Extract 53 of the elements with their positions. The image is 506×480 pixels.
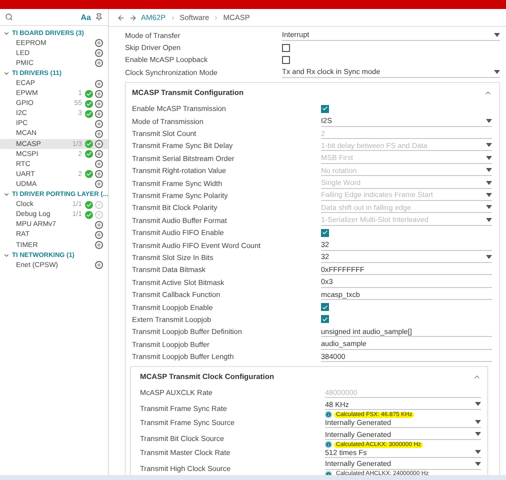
caret-icon bbox=[494, 70, 500, 74]
caret-icon bbox=[486, 205, 492, 210]
add-button[interactable] bbox=[95, 261, 103, 270]
caret-icon bbox=[486, 118, 492, 123]
match-case-toggle[interactable]: Aa bbox=[80, 12, 91, 22]
chevron-down-icon[interactable] bbox=[3, 191, 10, 198]
caret-icon bbox=[486, 254, 492, 259]
add-button[interactable] bbox=[95, 49, 103, 58]
checkbox[interactable] bbox=[282, 44, 290, 52]
add-button[interactable] bbox=[95, 220, 103, 229]
add-button[interactable] bbox=[95, 80, 103, 88]
caret-icon bbox=[486, 192, 492, 197]
add-button[interactable] bbox=[95, 59, 103, 68]
add-button[interactable] bbox=[95, 150, 103, 158]
checkbox[interactable] bbox=[282, 56, 290, 64]
chevron-down-icon[interactable] bbox=[3, 30, 10, 37]
checkbox[interactable] bbox=[321, 303, 329, 311]
chevron-down-icon[interactable] bbox=[3, 252, 10, 259]
info-icon bbox=[325, 441, 332, 448]
checkbox[interactable] bbox=[321, 315, 329, 324]
search-icon[interactable] bbox=[5, 13, 13, 21]
back-icon[interactable] bbox=[117, 14, 125, 22]
chevron-down-icon[interactable] bbox=[3, 70, 10, 77]
add-button[interactable] bbox=[95, 140, 103, 148]
caret-icon bbox=[475, 402, 481, 406]
caret-icon bbox=[486, 168, 492, 172]
chevron-right-icon bbox=[170, 14, 176, 20]
caret-icon bbox=[486, 180, 492, 185]
add-button[interactable] bbox=[95, 90, 103, 98]
caret-icon bbox=[475, 450, 481, 454]
add-button[interactable] bbox=[95, 160, 103, 168]
caret-icon bbox=[486, 156, 492, 160]
pin-icon[interactable] bbox=[95, 13, 103, 21]
caret-icon bbox=[494, 32, 500, 37]
add-button[interactable] bbox=[95, 130, 103, 138]
add-button[interactable] bbox=[95, 230, 103, 239]
add-button[interactable] bbox=[95, 241, 103, 250]
caret-icon bbox=[475, 462, 481, 466]
info-icon bbox=[325, 411, 332, 418]
caret-icon bbox=[486, 218, 492, 222]
add-button[interactable] bbox=[95, 170, 103, 178]
add-button[interactable] bbox=[95, 120, 103, 128]
forward-icon[interactable] bbox=[129, 14, 137, 22]
checkbox[interactable] bbox=[321, 104, 329, 113]
caret-icon bbox=[475, 420, 481, 424]
add-button[interactable] bbox=[95, 39, 103, 48]
caret-icon bbox=[475, 432, 481, 436]
add-button[interactable] bbox=[95, 100, 103, 108]
caret-icon bbox=[486, 143, 492, 148]
checkbox[interactable] bbox=[321, 228, 329, 237]
add-button[interactable] bbox=[95, 180, 103, 188]
add-button[interactable] bbox=[95, 110, 103, 118]
chevron-right-icon bbox=[213, 14, 220, 20]
